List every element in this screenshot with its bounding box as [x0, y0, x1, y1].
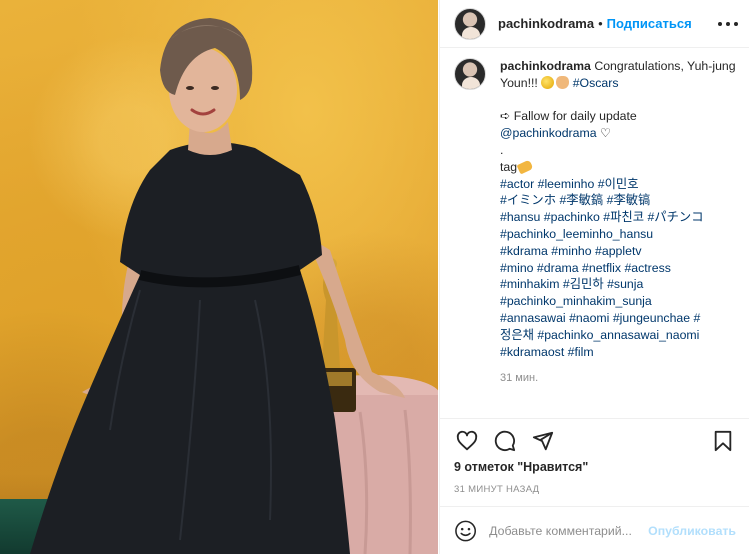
emoji-icon[interactable]	[454, 519, 477, 543]
medal-emoji-icon	[541, 75, 555, 89]
author-avatar[interactable]	[454, 7, 486, 40]
hashtag-link[interactable]: #drama	[537, 261, 579, 275]
hashtag-link[interactable]: #hansu	[500, 210, 540, 224]
hashtag-link[interactable]: #actor	[500, 177, 534, 191]
hashtag-line: #kdramaost #film	[500, 344, 736, 361]
hashtag-link[interactable]: #李敏鎬	[559, 193, 603, 207]
caption-dot-line: .	[500, 142, 504, 157]
hashtag-link[interactable]: #Oscars	[573, 76, 619, 90]
hashtag-line: #pachinko_minhakim_sunja	[500, 293, 736, 310]
hashtag-link[interactable]: #kdramaost	[500, 345, 564, 359]
hashtag-link[interactable]: #sunja	[607, 277, 643, 291]
hashtag-line: 정은채 #pachinko_annasawai_naomi	[500, 327, 736, 344]
post-side-panel: pachinkodrama • Подписаться pachinkodram…	[439, 0, 749, 554]
more-options-icon[interactable]	[718, 14, 738, 34]
hashtag-link[interactable]: #김민하	[563, 277, 604, 291]
more-dot	[734, 22, 738, 26]
follow-button[interactable]: Подписаться	[607, 16, 692, 31]
bookmark-icon-shape	[714, 430, 732, 451]
more-dot	[718, 22, 722, 26]
caption-time: 31 мин.	[500, 372, 539, 385]
hashtag-line: #hansu #pachinko #파친코 #パチンコ	[500, 209, 736, 226]
hashtag-link[interactable]: #파친코	[603, 210, 644, 224]
likes-count[interactable]: 9 отметок "Нравится"	[454, 460, 588, 474]
hashtag-link[interactable]: #	[694, 311, 701, 325]
hashtag-link[interactable]: #appletv	[595, 244, 642, 258]
heart-glyph: ♡	[599, 126, 612, 141]
more-dot	[726, 22, 730, 26]
caption-follow-line: ➪ Fallow for daily update	[500, 109, 637, 124]
post-timestamp[interactable]: 31 МИНУТ НАЗАД	[454, 484, 539, 495]
bookmark-icon[interactable]	[710, 428, 736, 454]
hashtag-link[interactable]: 정은채	[500, 328, 534, 342]
share-icon[interactable]	[530, 428, 556, 454]
comment-input[interactable]	[489, 523, 649, 538]
hashtag-link[interactable]: #mino	[500, 261, 534, 275]
hashtag-link[interactable]: #kdrama	[500, 244, 548, 258]
post-photo[interactable]	[0, 0, 438, 554]
mention-link[interactable]: @pachinkodrama	[500, 126, 597, 140]
caption-mention-line: @pachinkodrama ♡	[500, 125, 736, 142]
hashtag-link[interactable]: #イミンホ	[500, 193, 556, 207]
header-separator: •	[598, 16, 603, 31]
hashtag-link[interactable]: #pachinko	[544, 210, 600, 224]
hashtag-link[interactable]: #パチンコ	[647, 210, 703, 224]
clapping-hands-emoji-icon	[556, 75, 570, 89]
hashtag-link[interactable]: #netflix	[582, 261, 621, 275]
hashtag-link[interactable]: #leeminho	[538, 177, 595, 191]
hashtag-link[interactable]: #이민호	[598, 177, 639, 191]
hashtag-line: #kdrama #minho #appletv	[500, 243, 736, 260]
hashtag-line: #pachinko_leeminho_hansu	[500, 226, 736, 243]
hashtag-link[interactable]: #jungeunchae	[613, 311, 690, 325]
hashtag-link[interactable]: #actress	[624, 261, 670, 275]
comment-icon[interactable]	[492, 428, 518, 454]
caption-username[interactable]: pachinkodrama	[500, 59, 591, 73]
caption-text: pachinkodrama Congratulations, Yuh-jung …	[500, 58, 736, 360]
comment-icon-shape	[494, 430, 516, 451]
hashtag-link[interactable]: #naomi	[569, 311, 609, 325]
hashtag-link[interactable]: #minho	[551, 244, 591, 258]
hashtag-line: #actor #leeminho #이민호	[500, 176, 736, 193]
hashtag-link[interactable]: #李敏镐	[607, 193, 651, 207]
hashtag-link[interactable]: #annasawai	[500, 311, 566, 325]
publish-button[interactable]: Опубликовать	[648, 524, 736, 538]
caption-tag-line: tag	[500, 159, 736, 176]
photo-subject-illustration	[30, 18, 438, 554]
add-comment-bar: Опубликовать	[440, 506, 749, 554]
hashtag-link[interactable]: #pachinko_annasawai_naomi	[537, 328, 699, 342]
hashtag-line: #annasawai #naomi #jungeunchae #	[500, 310, 736, 327]
post-header: pachinkodrama • Подписаться	[440, 0, 749, 48]
hashtag-line: #minhakim #김민하 #sunja	[500, 276, 736, 293]
caption-first-line: pachinkodrama Congratulations, Yuh-jung …	[500, 58, 736, 92]
tag-word: tag	[500, 159, 518, 174]
comments-area[interactable]: pachinkodrama Congratulations, Yuh-jung …	[440, 58, 749, 418]
author-username[interactable]: pachinkodrama	[498, 16, 594, 31]
caption: pachinkodrama Congratulations, Yuh-jung …	[454, 58, 736, 360]
heart-icon-shape	[456, 430, 478, 450]
hashtag-list: #actor #leeminho #이민호 #イミンホ #李敏鎬 #李敏镐 #han…	[500, 176, 736, 361]
hashtag-line: #mino #drama #netflix #actress	[500, 260, 736, 277]
caption-avatar[interactable]	[454, 58, 486, 90]
heart-icon[interactable]	[454, 428, 480, 454]
hashtag-link[interactable]: #pachinko_minhakim_sunja	[500, 294, 652, 308]
hashtag-link[interactable]: #minhakim	[500, 277, 559, 291]
action-bar	[440, 418, 749, 462]
hashtag-link[interactable]: #film	[568, 345, 594, 359]
hashtag-line: #イミンホ #李敏鎬 #李敏镐	[500, 192, 736, 209]
share-icon-shape	[532, 431, 554, 450]
label-emoji-icon	[516, 159, 534, 175]
hashtag-link[interactable]: #pachinko_leeminho_hansu	[500, 227, 653, 241]
